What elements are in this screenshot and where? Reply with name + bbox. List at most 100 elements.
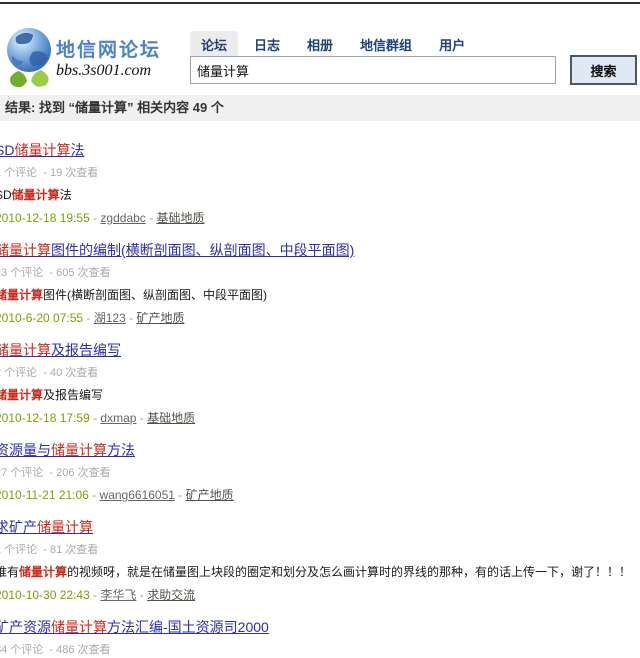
result-title-link[interactable]: 储量计算图件的编制(横断剖面图、纵剖面图、中段平面图): [0, 242, 354, 258]
search-result-item: 资源量与储量计算方法 27 个评论 - 206 次查看 2010-11-21 21:…: [0, 442, 640, 503]
text-segment[interactable]: SD: [0, 142, 14, 158]
nav-tabs: 论坛日志相册地信群组用户: [190, 31, 481, 57]
result-author-link[interactable]: 李华飞: [100, 588, 136, 602]
text-segment[interactable]: 方法: [107, 442, 135, 458]
tab-forum[interactable]: 论坛: [190, 31, 238, 57]
text-segment: 法: [60, 188, 72, 202]
result-date: 2010-12-18 19:55: [0, 211, 90, 225]
top-divider: [0, 2, 640, 4]
text-segment[interactable]: 求矿产: [0, 519, 37, 535]
result-snippet: 储量计算图件(横断剖面图、纵剖面图、中段平面图): [0, 288, 640, 303]
separator: -: [90, 411, 101, 425]
result-author-link[interactable]: wang6616051: [100, 488, 175, 502]
result-title-link[interactable]: 求矿产储量计算: [0, 519, 93, 535]
highlight-keyword: 储量计算: [19, 565, 67, 579]
highlight-keyword[interactable]: 储量计算: [51, 442, 107, 458]
search-input[interactable]: [190, 56, 556, 84]
separator: -: [90, 588, 101, 602]
tab-blog[interactable]: 日志: [243, 31, 291, 57]
results-list: SD储量计算法1 个评论 - 19 次查看SD储量计算法2010-12-18 1…: [0, 121, 640, 658]
search-result-item: 储量计算及报告编写2 个评论 - 40 次查看储量计算及报告编写2010-12-…: [0, 342, 640, 426]
highlight-keyword[interactable]: 储量计算: [37, 519, 93, 535]
result-meta: 84 个评论 - 486 次查看: [0, 644, 640, 657]
search-result-item: 矿产资源储量计算方法汇编-国土资源司2000 84 个评论 - 486 次查看: [0, 619, 640, 657]
result-title-link[interactable]: 资源量与储量计算方法: [0, 442, 135, 458]
separator: -: [89, 488, 100, 502]
result-category-link[interactable]: 矿产地质: [136, 311, 184, 325]
result-title: 储量计算及报告编写: [0, 342, 640, 359]
tab-groups[interactable]: 地信群组: [349, 31, 423, 57]
result-date: 2010-6-20 07:55: [0, 311, 83, 325]
result-title-link[interactable]: 储量计算及报告编写: [0, 342, 121, 358]
text-segment: 图件(横断剖面图、纵剖面图、中段平面图): [43, 288, 267, 302]
tab-users[interactable]: 用户: [428, 31, 476, 57]
result-category-link[interactable]: 求助交流: [147, 588, 195, 602]
site-title: 地信网论坛: [56, 41, 161, 61]
brand-block: 地信网论坛 bbs.3s001.com: [56, 41, 161, 80]
result-author-link[interactable]: 湖123: [94, 311, 126, 325]
separator: -: [83, 311, 94, 325]
separator: -: [136, 588, 147, 602]
text-segment: 的视频呀，就是在储量图上块段的圈定和划分及怎么画计算时的界线的那种，有的话上传一…: [67, 565, 631, 579]
result-title: 储量计算图件的编制(横断剖面图、纵剖面图、中段平面图): [0, 242, 640, 259]
text-segment[interactable]: 图件的编制(横断剖面图、纵剖面图、中段平面图): [51, 242, 354, 258]
separator: -: [175, 488, 186, 502]
text-segment[interactable]: 及报告编写: [51, 342, 121, 358]
result-count-text: 结果: 找到 “储量计算” 相关内容 49 个: [5, 100, 224, 115]
result-title: SD储量计算法: [0, 142, 640, 159]
text-segment[interactable]: 法: [70, 142, 84, 158]
text-segment[interactable]: 资源量与: [0, 442, 51, 458]
result-title: 求矿产储量计算: [0, 519, 640, 536]
result-title: 矿产资源储量计算方法汇编-国土资源司2000: [0, 619, 640, 636]
separator: -: [90, 211, 101, 225]
search-results-page: 地信网论坛 bbs.3s001.com 论坛日志相册地信群组用户 搜索 结果: …: [0, 0, 640, 658]
separator: -: [126, 311, 137, 325]
result-category-link[interactable]: 基础地质: [147, 411, 195, 425]
search-button[interactable]: 搜索: [570, 55, 637, 85]
highlight-keyword[interactable]: 储量计算: [51, 619, 107, 635]
result-date: 2010-10-30 22:43: [0, 588, 90, 602]
result-footline: 2010-10-30 22:43 - 李华飞 - 求助交流: [0, 588, 640, 603]
result-snippet: 储量计算及报告编写: [0, 388, 640, 403]
result-footline: 2010-6-20 07:55 - 湖123 - 矿产地质: [0, 311, 640, 326]
result-meta: 1 个评论 - 81 次查看: [0, 544, 640, 557]
result-snippet: 谁有储量计算的视频呀，就是在储量图上块段的圈定和划分及怎么画计算时的界线的那种，…: [0, 565, 640, 580]
search-result-item: SD储量计算法1 个评论 - 19 次查看SD储量计算法2010-12-18 1…: [0, 142, 640, 226]
separator: -: [136, 411, 147, 425]
highlight-keyword: 储量计算: [0, 288, 43, 302]
result-snippet: SD储量计算法: [0, 188, 640, 203]
result-meta: 27 个评论 - 206 次查看: [0, 467, 640, 480]
highlight-keyword: 储量计算: [12, 188, 60, 202]
site-logo[interactable]: [4, 25, 54, 89]
text-segment: SD: [0, 188, 12, 202]
result-footline: 2010-12-18 19:55 - zgddabc - 基础地质: [0, 211, 640, 226]
site-domain: bbs.3s001.com: [56, 62, 161, 80]
result-title-link[interactable]: SD储量计算法: [0, 142, 84, 158]
search-result-item: 储量计算图件的编制(横断剖面图、纵剖面图、中段平面图)23 个评论 - 605 …: [0, 242, 640, 326]
result-footline: 2010-12-18 17:59 - dxmap - 基础地质: [0, 411, 640, 426]
search-result-item: 求矿产储量计算1 个评论 - 81 次查看谁有储量计算的视频呀，就是在储量图上块…: [0, 519, 640, 603]
tab-album[interactable]: 相册: [296, 31, 344, 57]
result-footline: 2010-11-21 21:06 - wang6616051 - 矿产地质: [0, 488, 640, 503]
result-date: 2010-11-21 21:06: [0, 488, 89, 502]
result-title: 资源量与储量计算方法: [0, 442, 640, 459]
highlight-keyword[interactable]: 储量计算: [0, 342, 51, 358]
result-title-link[interactable]: 矿产资源储量计算方法汇编-国土资源司2000: [0, 619, 269, 635]
text-segment: 及报告编写: [43, 388, 103, 402]
result-category-link[interactable]: 矿产地质: [186, 488, 234, 502]
separator: -: [146, 211, 157, 225]
result-meta: 2 个评论 - 40 次查看: [0, 367, 640, 380]
highlight-keyword[interactable]: 储量计算: [14, 142, 70, 158]
highlight-keyword: 储量计算: [0, 388, 43, 402]
result-author-link[interactable]: zgddabc: [100, 211, 145, 225]
result-meta: 23 个评论 - 605 次查看: [0, 267, 640, 280]
text-segment[interactable]: 矿产资源: [0, 619, 51, 635]
result-author-link[interactable]: dxmap: [100, 411, 136, 425]
result-date: 2010-12-18 17:59: [0, 411, 90, 425]
globe-logo-icon: [4, 25, 54, 89]
result-count-bar: 结果: 找到 “储量计算” 相关内容 49 个: [0, 95, 640, 121]
result-meta: 1 个评论 - 19 次查看: [0, 167, 640, 180]
text-segment[interactable]: 方法汇编-国土资源司2000: [107, 619, 269, 635]
result-category-link[interactable]: 基础地质: [156, 211, 204, 225]
highlight-keyword[interactable]: 储量计算: [0, 242, 51, 258]
